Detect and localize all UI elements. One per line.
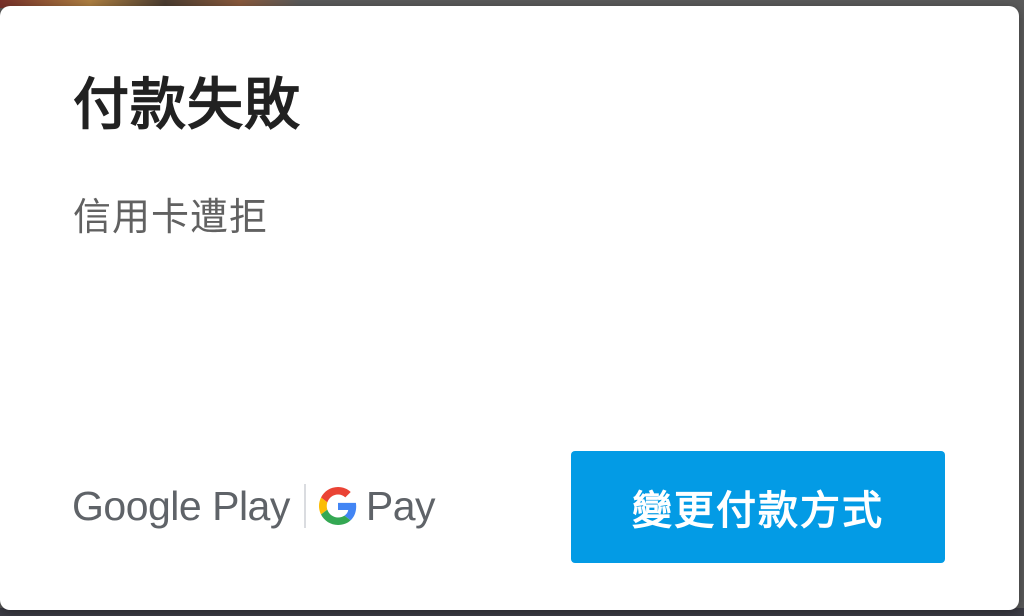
dialog-message: 信用卡遭拒 — [73, 195, 269, 239]
pay-label: Pay — [365, 482, 436, 529]
google-play-gpay-branding: Google Play Pay — [72, 476, 436, 536]
dialog-title: 付款失敗 — [73, 73, 301, 138]
google-g-logo-icon — [318, 487, 357, 525]
change-payment-method-button[interactable]: 變更付款方式 — [571, 451, 945, 563]
brand-divider — [303, 484, 306, 528]
payment-failed-dialog: 付款失敗 信用卡遭拒 Google Play Pay 變更付款方式 — [0, 6, 1019, 610]
google-play-label: Google Play — [72, 482, 290, 529]
